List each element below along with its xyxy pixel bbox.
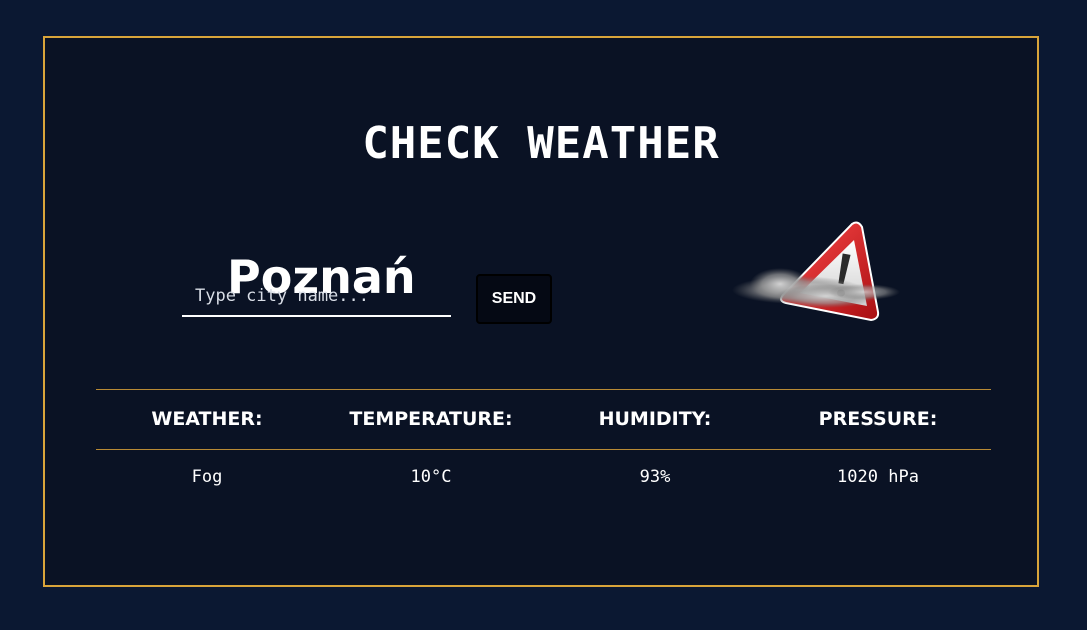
table-header-divider	[96, 449, 991, 450]
humidity-value: 93%	[639, 467, 671, 487]
fog-warning-icon	[732, 221, 900, 322]
pressure-value: 1020 hPa	[837, 467, 919, 487]
weather-value: Fog	[191, 467, 223, 487]
table-top-divider	[96, 389, 991, 390]
humidity-header: HUMIDITY:	[598, 408, 712, 430]
pressure-header: PRESSURE:	[818, 408, 938, 430]
temperature-header: TEMPERATURE:	[349, 408, 513, 430]
page-title: CHECK WEATHER	[362, 118, 720, 169]
weather-header: WEATHER:	[151, 408, 263, 430]
temperature-value: 10°C	[410, 467, 452, 487]
send-button[interactable]: SEND	[476, 274, 552, 324]
city-search-input[interactable]	[182, 283, 451, 317]
